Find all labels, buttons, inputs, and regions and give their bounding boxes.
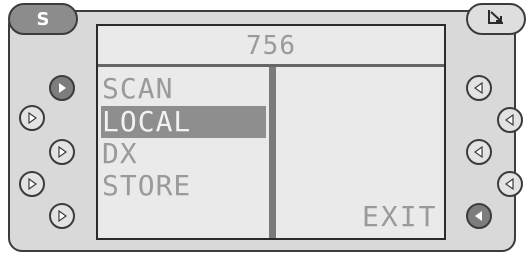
play-left-icon (473, 145, 483, 159)
menu-item-local[interactable]: LOCAL (101, 106, 266, 138)
display-screen: 756 SCAN LOCAL DX STORE EXIT (96, 24, 446, 240)
right-softkey-1[interactable] (466, 75, 492, 101)
corner-button[interactable] (466, 3, 526, 35)
play-right-icon (28, 111, 38, 125)
right-softkey-2[interactable] (497, 107, 523, 133)
menu-item-store[interactable]: STORE (101, 170, 266, 202)
corner-arrow-icon (485, 8, 507, 30)
play-right-icon (58, 209, 68, 223)
left-softkey-4[interactable] (19, 171, 45, 197)
s-button-label: S (36, 8, 50, 30)
screen-divider (269, 67, 276, 238)
play-left-icon (473, 81, 483, 95)
menu-item-dx[interactable]: DX (101, 138, 266, 170)
left-softkey-2[interactable] (19, 105, 45, 131)
play-left-icon (504, 177, 514, 191)
left-softkey-5[interactable] (49, 203, 75, 229)
play-right-icon (28, 177, 38, 191)
play-right-icon (59, 83, 66, 93)
s-button[interactable]: S (8, 3, 78, 35)
exit-label[interactable]: EXIT (362, 200, 437, 233)
frequency-title: 756 (98, 26, 444, 67)
right-softkey-5[interactable] (466, 203, 492, 229)
play-right-icon (58, 145, 68, 159)
left-softkey-1[interactable] (49, 75, 75, 101)
right-softkey-4[interactable] (497, 171, 523, 197)
play-left-icon (504, 113, 514, 127)
left-softkey-3[interactable] (49, 139, 75, 165)
play-left-icon (475, 211, 482, 221)
right-softkey-3[interactable] (466, 139, 492, 165)
menu-item-scan[interactable]: SCAN (101, 73, 266, 105)
